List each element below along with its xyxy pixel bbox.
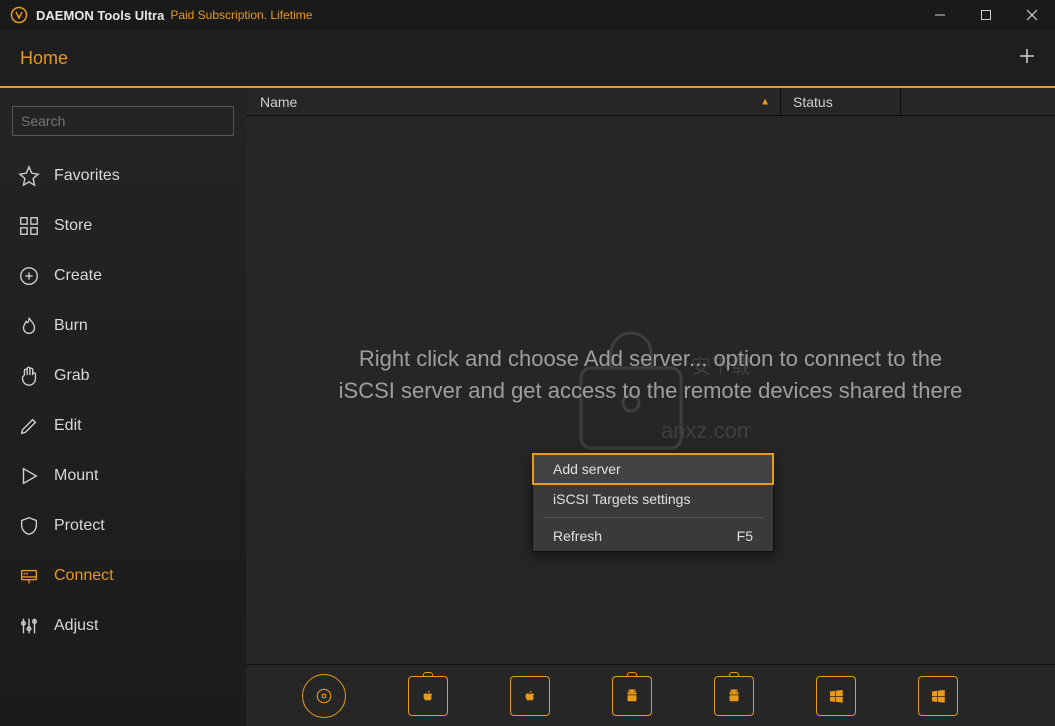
sidebar-item-adjust[interactable]: Adjust [12,604,234,648]
sidebar-item-label: Store [54,217,92,235]
ctx-refresh[interactable]: Refresh F5 [533,521,773,551]
titlebar: DAEMON Tools Ultra Paid Subscription. Li… [0,0,1055,30]
sidebar-item-label: Edit [54,417,82,435]
sidebar-item-label: Mount [54,467,98,485]
sort-indicator-icon: ▲ [760,96,770,107]
minimize-button[interactable] [917,0,963,30]
drive-apple-tablet[interactable] [510,676,550,716]
grid-icon [18,215,40,237]
sidebar-item-connect[interactable]: Connect [12,554,234,598]
drive-android-phone[interactable] [612,676,652,716]
drive-windows-1[interactable] [816,676,856,716]
column-header-status[interactable]: Status [781,88,901,115]
subscription-label: Paid Subscription. Lifetime [170,8,312,22]
sidebar-item-grab[interactable]: Grab [12,354,234,398]
drive-disc[interactable] [302,674,346,718]
context-menu: Add server iSCSI Targets settings Refres… [532,453,774,552]
sidebar-item-store[interactable]: Store [12,204,234,248]
search-input-wrap[interactable] [12,106,234,136]
sidebar-item-favorites[interactable]: Favorites [12,154,234,198]
sidebar-item-edit[interactable]: Edit [12,404,234,448]
ctx-separator [543,517,763,518]
pencil-icon [18,415,40,437]
close-button[interactable] [1009,0,1055,30]
search-input[interactable] [21,113,225,129]
ctx-refresh-shortcut: F5 [737,528,753,544]
drive-apple-phone[interactable] [408,676,448,716]
column-headers: Name ▲ Status [246,88,1055,116]
sidebar-item-label: Burn [54,317,88,335]
svg-text:anxz.com: anxz.com [661,418,751,443]
play-icon [18,465,40,487]
sidebar-item-label: Adjust [54,617,98,635]
sidebar-item-burn[interactable]: Burn [12,304,234,348]
maximize-button[interactable] [963,0,1009,30]
sidebar-item-label: Protect [54,517,105,535]
create-icon [18,265,40,287]
sidebar-item-label: Connect [54,567,114,585]
menubar: Home [0,30,1055,88]
drive-bar [246,664,1055,726]
star-icon [18,165,40,187]
sidebar-item-label: Grab [54,367,90,385]
sidebar-item-create[interactable]: Create [12,254,234,298]
sidebar-item-label: Favorites [54,167,120,185]
home-menu[interactable]: Home [20,48,68,69]
empty-state-message: Right click and choose Add server... opt… [246,343,1055,407]
app-logo-icon [10,6,28,24]
add-icon[interactable] [1019,48,1035,69]
ctx-add-server[interactable]: Add server [533,454,773,484]
drive-windows-2[interactable] [918,676,958,716]
column-header-name[interactable]: Name ▲ [246,88,781,115]
sidebar-item-label: Create [54,267,102,285]
sidebar: Favorites Store Create Burn Grab Edit Mo… [0,88,246,726]
main-panel: Name ▲ Status 安下载 anxz.com Right click a… [246,88,1055,726]
network-icon [18,565,40,587]
app-title: DAEMON Tools Ultra [36,8,164,23]
drive-android-tablet[interactable] [714,676,754,716]
sidebar-item-protect[interactable]: Protect [12,504,234,548]
sidebar-item-mount[interactable]: Mount [12,454,234,498]
hand-icon [18,365,40,387]
flame-icon [18,315,40,337]
ctx-iscsi-settings[interactable]: iSCSI Targets settings [533,484,773,514]
shield-icon [18,515,40,537]
sliders-icon [18,615,40,637]
